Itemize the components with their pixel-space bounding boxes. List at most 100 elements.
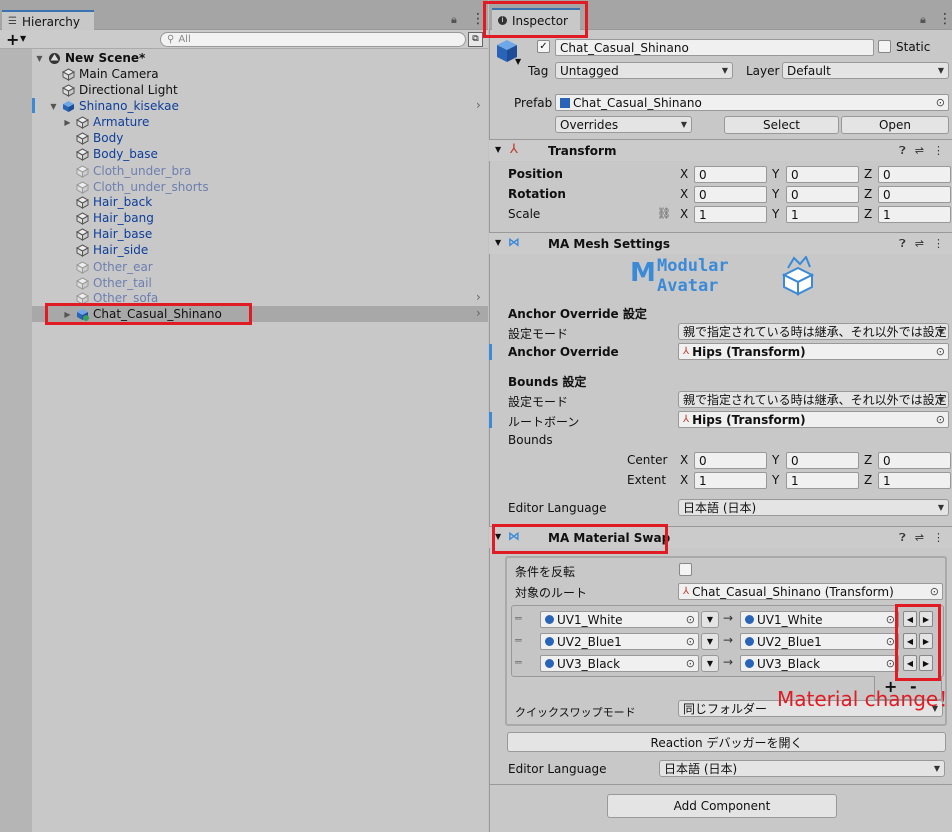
drag-handle-icon[interactable]: ═ bbox=[515, 656, 522, 669]
axis-label-y[interactable]: Y bbox=[772, 167, 779, 181]
hierarchy-item[interactable]: Hair_base bbox=[76, 226, 152, 242]
material-to-field[interactable]: UV1_White ⊙ bbox=[740, 611, 899, 628]
static-checkbox[interactable] bbox=[878, 40, 891, 53]
object-picker-icon[interactable]: ⊙ bbox=[886, 657, 895, 670]
number-field[interactable]: 1 bbox=[694, 472, 767, 489]
preset-icon[interactable]: ⇌ bbox=[915, 144, 924, 158]
hierarchy-item[interactable]: Main Camera bbox=[62, 66, 159, 82]
hierarchy-item[interactable]: Cloth_under_shorts bbox=[76, 179, 209, 195]
help-icon[interactable]: ❓︎ bbox=[899, 237, 906, 251]
object-picker-icon[interactable]: ⊙ bbox=[686, 657, 695, 670]
axis-label-z[interactable]: Z bbox=[864, 167, 872, 181]
material-from-dropdown[interactable]: ▼ bbox=[701, 655, 719, 672]
overrides-dropdown[interactable]: Overrides bbox=[555, 116, 692, 133]
number-field[interactable]: 0 bbox=[786, 186, 859, 203]
editor-language-dropdown[interactable]: 日本語 (日本) bbox=[678, 499, 949, 516]
hierarchy-tab[interactable]: ☰ Hierarchy bbox=[2, 10, 94, 31]
prefab-field[interactable]: Chat_Casual_Shinano ⊙ bbox=[555, 94, 949, 111]
chevron-down-icon[interactable]: ▼ bbox=[20, 34, 26, 43]
hierarchy-item[interactable]: ▼ Shinano_kisekae bbox=[48, 98, 178, 114]
axis-label-y[interactable]: Y bbox=[772, 453, 779, 467]
axis-label-z[interactable]: Z bbox=[864, 473, 872, 487]
object-picker-icon[interactable]: ⊙ bbox=[686, 613, 695, 626]
axis-label-x[interactable]: X bbox=[680, 167, 688, 181]
kebab-menu-icon[interactable]: ⋮ bbox=[938, 12, 952, 26]
drag-handle-icon[interactable]: ═ bbox=[515, 634, 522, 647]
number-field[interactable]: 1 bbox=[694, 206, 767, 223]
material-to-field[interactable]: UV2_Blue1 ⊙ bbox=[740, 633, 899, 650]
object-picker-icon[interactable]: ⊙ bbox=[930, 585, 939, 598]
object-name-field[interactable]: Chat_Casual_Shinano bbox=[555, 39, 874, 56]
hierarchy-item[interactable]: Body_base bbox=[76, 146, 158, 162]
hierarchy-item[interactable]: ▼ New Scene* bbox=[34, 50, 145, 66]
axis-label-z[interactable]: Z bbox=[864, 207, 872, 221]
object-picker-icon[interactable]: ⊙ bbox=[686, 635, 695, 648]
kebab-menu-icon[interactable]: ⋮ bbox=[933, 237, 944, 251]
invert-checkbox[interactable] bbox=[679, 563, 692, 576]
chevron-down-icon[interactable]: ▼ bbox=[515, 57, 521, 66]
number-field[interactable]: 0 bbox=[694, 452, 767, 469]
hierarchy-item[interactable]: Directional Light bbox=[62, 82, 178, 98]
lock-icon[interactable]: 🔒︎ bbox=[451, 13, 457, 27]
hierarchy-item[interactable]: Body bbox=[76, 130, 123, 146]
mesh-settings-header[interactable]: ▼ ⋈ MA Mesh Settings ❓︎ ⇌ ⋮ bbox=[489, 232, 952, 254]
hierarchy-item[interactable]: Other_tail bbox=[76, 275, 152, 291]
bounds-mode-dropdown[interactable]: 親で指定されている時は継承、それ以外では設定 bbox=[678, 391, 949, 408]
help-icon[interactable]: ❓︎ bbox=[899, 144, 906, 158]
number-field[interactable]: 1 bbox=[786, 472, 859, 489]
root-bone-field[interactable]: ⅄ Hips (Transform) ⊙ bbox=[678, 411, 949, 428]
number-field[interactable]: 1 bbox=[786, 206, 859, 223]
hierarchy-item[interactable]: Hair_back bbox=[76, 194, 152, 210]
active-checkbox[interactable]: ✓ bbox=[537, 40, 550, 53]
chevron-right-icon[interactable]: › bbox=[476, 290, 481, 304]
tag-dropdown[interactable]: Untagged bbox=[555, 62, 733, 79]
foldout-open-icon[interactable]: ▼ bbox=[48, 102, 59, 111]
target-root-field[interactable]: ⅄ Chat_Casual_Shinano (Transform) ⊙ bbox=[678, 583, 943, 600]
number-field[interactable]: 0 bbox=[878, 452, 951, 469]
object-picker-icon[interactable]: ⊙ bbox=[936, 413, 945, 426]
lock-icon[interactable]: 🔒︎ bbox=[920, 13, 926, 27]
object-picker-icon[interactable]: ⊙ bbox=[936, 96, 945, 109]
number-field[interactable]: 1 bbox=[878, 206, 951, 223]
axis-label-x[interactable]: X bbox=[680, 187, 688, 201]
axis-label-y[interactable]: Y bbox=[772, 207, 779, 221]
search-input[interactable]: ⚲ All bbox=[160, 32, 466, 47]
number-field[interactable]: 0 bbox=[786, 452, 859, 469]
hierarchy-item[interactable]: Hair_bang bbox=[76, 210, 154, 226]
editor-language-dropdown[interactable]: 日本語 (日本) bbox=[659, 760, 945, 777]
link-icon[interactable]: ⛓ bbox=[657, 207, 671, 220]
anchor-override-field[interactable]: ⅄ Hips (Transform) ⊙ bbox=[678, 343, 949, 360]
help-icon[interactable]: ❓︎ bbox=[899, 531, 906, 545]
hierarchy-item[interactable]: Cloth_under_bra bbox=[76, 163, 191, 179]
drag-handle-icon[interactable]: ═ bbox=[515, 612, 522, 625]
axis-label-z[interactable]: Z bbox=[864, 453, 872, 467]
material-from-dropdown[interactable]: ▼ bbox=[701, 633, 719, 650]
layer-dropdown[interactable]: Default bbox=[782, 62, 949, 79]
foldout-arrow-icon[interactable]: ▼ bbox=[495, 145, 501, 154]
transform-header[interactable]: ▼ ⅄ Transform ❓︎ ⇌ ⋮ bbox=[489, 139, 952, 161]
select-button[interactable]: Select bbox=[724, 116, 839, 134]
reaction-debugger-button[interactable]: Reaction デバッガーを開く bbox=[507, 732, 946, 752]
chevron-right-icon[interactable]: › bbox=[476, 306, 481, 320]
number-field[interactable]: 0 bbox=[878, 186, 951, 203]
add-button[interactable]: + bbox=[6, 30, 19, 49]
object-picker-icon[interactable]: ⊙ bbox=[936, 345, 945, 358]
material-from-field[interactable]: UV3_Black ⊙ bbox=[540, 655, 699, 672]
foldout-open-icon[interactable]: ▼ bbox=[34, 54, 45, 63]
number-field[interactable]: 0 bbox=[786, 166, 859, 183]
add-component-button[interactable]: Add Component bbox=[607, 794, 837, 818]
hierarchy-item[interactable]: Other_ear bbox=[76, 259, 153, 275]
material-from-field[interactable]: UV2_Blue1 ⊙ bbox=[540, 633, 699, 650]
axis-label-y[interactable]: Y bbox=[772, 187, 779, 201]
kebab-menu-icon[interactable]: ⋮ bbox=[933, 144, 944, 158]
foldout-arrow-icon[interactable]: ▼ bbox=[495, 238, 501, 247]
number-field[interactable]: 0 bbox=[694, 166, 767, 183]
hierarchy-item[interactable]: Hair_side bbox=[76, 242, 148, 258]
number-field[interactable]: 1 bbox=[878, 472, 951, 489]
material-from-dropdown[interactable]: ▼ bbox=[701, 611, 719, 628]
material-to-field[interactable]: UV3_Black ⊙ bbox=[740, 655, 899, 672]
foldout-closed-icon[interactable]: ▶ bbox=[62, 118, 73, 127]
anchor-mode-dropdown[interactable]: 親で指定されている時は継承、それ以外では設定 bbox=[678, 323, 949, 340]
open-button[interactable]: Open bbox=[841, 116, 949, 134]
axis-label-z[interactable]: Z bbox=[864, 187, 872, 201]
